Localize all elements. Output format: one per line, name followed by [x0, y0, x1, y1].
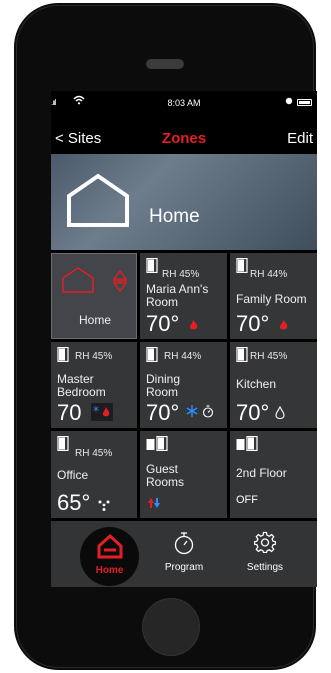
double-door-icon — [146, 435, 168, 456]
tab-program[interactable]: Program — [140, 521, 228, 587]
zone-temperature: 70° — [236, 311, 270, 336]
zone-temperature: 70° — [146, 400, 180, 425]
phone-home-button[interactable] — [142, 598, 200, 656]
zone-name: Home — [78, 313, 111, 327]
door-icon — [236, 257, 248, 278]
double-door-icon — [236, 435, 258, 456]
flame-icon — [279, 318, 288, 336]
zone-grid: Home RH 45% Maria Ann's Room 70° RH 44% … — [51, 253, 317, 518]
timer-icon — [202, 405, 214, 423]
battery-icon — [297, 99, 312, 106]
door-icon — [146, 346, 158, 367]
edit-button[interactable]: Edit — [287, 130, 313, 147]
up-down-arrows-icon — [112, 268, 128, 299]
zone-temperature: 70° — [146, 311, 180, 336]
tab-bar: Home Program Settings — [51, 521, 317, 587]
zone-name: Dining Room — [146, 372, 181, 399]
zone-humidity: RH 45% — [75, 351, 113, 362]
tab-program-label: Program — [164, 562, 204, 573]
zone-humidity: RH 45% — [162, 269, 200, 280]
zone-name: Guest Rooms — [146, 462, 185, 489]
status-bar: .ııl 8:03 AM — [51, 91, 317, 115]
house-outline-icon — [65, 172, 131, 233]
page-title: Zones — [161, 130, 207, 147]
zone-name: Master Bedroom — [57, 372, 106, 399]
alarm-icon — [285, 97, 293, 107]
speaker-grille — [146, 59, 184, 69]
flame-icon — [189, 318, 198, 336]
tab-settings-label: Settings — [246, 562, 284, 573]
svg-text:*: * — [93, 404, 99, 418]
zone-name: Family Room — [236, 292, 307, 306]
door-icon — [57, 346, 69, 367]
zone-humidity: RH 44% — [250, 269, 288, 280]
zone-name: Maria Ann's Room — [146, 282, 209, 309]
zone-tile-family-room[interactable]: RH 44% Family Room 70° — [230, 253, 317, 339]
water-drop-icon — [275, 405, 285, 424]
zone-tile-guest-rooms[interactable]: Guest Rooms — [140, 431, 227, 518]
zone-tile-dining-room[interactable]: RH 44% Dining Room 70° — [140, 342, 227, 428]
cool-heat-mode-icon: * — [91, 403, 113, 421]
door-icon — [57, 435, 69, 456]
tab-home-label: Home — [95, 565, 124, 576]
phone-frame: .ııl 8:03 AM < Sites Zones Edit Home Hom… — [14, 3, 317, 670]
door-icon — [146, 257, 158, 278]
zone-humidity: RH 45% — [75, 448, 113, 459]
stopwatch-icon — [173, 531, 195, 560]
tab-settings[interactable]: Settings — [221, 521, 309, 587]
hero-label: Home — [149, 206, 200, 227]
snowflake-icon — [185, 404, 199, 423]
nav-bar: < Sites Zones Edit — [51, 127, 317, 151]
app-screen: .ııl 8:03 AM < Sites Zones Edit Home Hom… — [51, 91, 317, 587]
zone-tile-master-bedroom[interactable]: RH 45% Master Bedroom 70 * — [51, 342, 137, 428]
zone-temperature: 70 — [57, 400, 82, 425]
home-logo-icon — [96, 533, 124, 564]
zone-temperature: 65° — [57, 490, 91, 515]
fan-icon — [97, 498, 111, 516]
zone-tile-kitchen[interactable]: RH 45% Kitchen 70° — [230, 342, 317, 428]
status-time: 8:03 AM — [167, 98, 201, 108]
zone-tile-2nd-floor[interactable]: 2nd Floor OFF — [230, 431, 317, 518]
heat-cool-auto-icon — [146, 496, 162, 514]
zone-humidity: RH 44% — [164, 351, 202, 362]
zone-name: Kitchen — [236, 377, 277, 391]
door-icon — [236, 346, 248, 367]
gear-icon — [253, 531, 277, 558]
zone-name: 2nd Floor — [236, 466, 287, 480]
home-hero-banner[interactable]: Home — [51, 154, 317, 250]
tab-home[interactable]: Home — [80, 527, 139, 586]
zone-temperature: 70° — [236, 400, 270, 425]
zone-tile-maria-anns-room[interactable]: RH 45% Maria Ann's Room 70° — [140, 253, 227, 339]
home-zone-icon — [61, 266, 101, 299]
zone-name: Office — [57, 468, 89, 482]
zone-tile-home[interactable]: Home — [51, 253, 137, 339]
zone-status: OFF — [236, 494, 258, 506]
zone-humidity: RH 45% — [250, 351, 288, 362]
zone-tile-office[interactable]: RH 45% Office 65° — [51, 431, 137, 518]
